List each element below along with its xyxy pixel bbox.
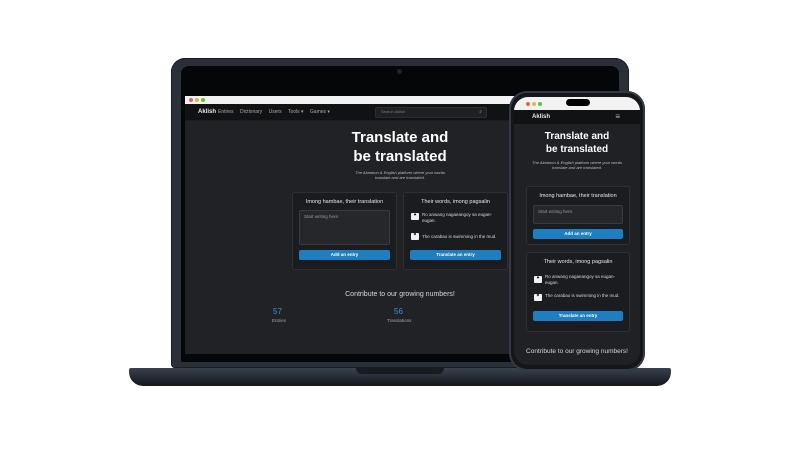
phone-hero-subtitle: The Akeanon & English platform where you… [532,160,622,170]
source-sentence: Ro anwang nagaeangoy sa eugan-eugan. [422,212,493,223]
search-input[interactable]: Search Aklish ⌕ [375,107,487,118]
entry-textarea-placeholder: Start writing here. [304,214,340,219]
translate-card-title: Their words, imong pagsalin [421,199,490,205]
translate-entry-button[interactable]: Translate an entry [410,250,501,260]
quote-close-icon: ❞ [534,294,542,301]
phone-entry-textarea[interactable]: Start writing here. [533,205,623,224]
phone-add-entry-title: Imong hambae, their translation [539,193,617,199]
minimize-window-icon[interactable] [532,102,536,106]
phone-hero-title-line2: be translated [545,144,609,155]
nav-link-tools[interactable]: Tools ▾ [288,109,304,115]
entries-label: Entries [272,318,287,323]
translate-card: Their words, imong pagsalin ❝ Ro anwang … [403,192,508,270]
phone-source-sentence: Ro anwang nagaeangoy sa eugan-eugan. [545,274,616,285]
nav-link-users[interactable]: Users [269,109,282,115]
add-entry-card: Imong hambae, their translation Start wr… [292,192,397,270]
quote-open-icon: ❝ [411,213,419,220]
nav-link-dictionary[interactable]: Dictionary [240,109,262,115]
close-window-icon[interactable] [526,102,530,106]
add-entry-card-title: Imong hambae, their translation [305,199,384,205]
nav-link-games[interactable]: Games ▾ [310,109,330,115]
translations-count: 56 [394,307,403,316]
phone-translate-button[interactable]: Translate an entry [533,311,623,321]
quote-close-icon: ❞ [411,233,419,240]
translations-label: Translations [387,318,412,323]
phone-brand-logo[interactable]: Aklish [532,114,550,120]
laptop-trackpad-lip [356,368,444,374]
entry-textarea[interactable]: Start writing here. [299,210,390,245]
quote-open-icon: ❝ [534,276,542,283]
brand-logo[interactable]: Aklish [198,109,216,115]
phone-translate-title: Their words, imong pagsalin [543,259,613,265]
search-icon[interactable]: ⌕ [479,109,482,115]
phone-target-sentence: The carabao is swimming in the mud. [545,293,620,298]
search-placeholder: Search Aklish [381,109,406,114]
phone-screen: Aklish ≡ Translate and be translated The… [514,97,640,365]
phone-add-entry-button[interactable]: Add an entry [533,229,623,239]
hamburger-icon[interactable]: ≡ [615,112,620,121]
close-window-icon[interactable] [189,98,193,102]
phone-contribute-heading: Contribute to our growing numbers! [526,348,628,355]
phone-dynamic-island [566,99,590,106]
target-sentence: The carabao is swimming in the mud. [422,234,497,239]
phone-translate-card: Their words, imong pagsalin ❝ Ro anwang … [526,252,630,332]
nav-link-entries[interactable]: Entries [218,109,234,115]
hero-subtitle: The Akeanon & English platform where you… [355,170,445,180]
nav-links: Entries Dictionary Users Tools ▾ Games ▾ [218,109,335,115]
minimize-window-icon[interactable] [195,98,199,102]
entries-count: 57 [273,307,282,316]
phone-hero-title-line1: Translate and [544,131,610,142]
phone-add-entry-card: Imong hambae, their translation Start wr… [526,186,630,245]
camera-icon [397,69,402,74]
phone-entry-placeholder: Start writing here. [538,209,574,214]
add-entry-button[interactable]: Add an entry [299,250,390,260]
maximize-window-icon[interactable] [201,98,205,102]
maximize-window-icon[interactable] [538,102,542,106]
